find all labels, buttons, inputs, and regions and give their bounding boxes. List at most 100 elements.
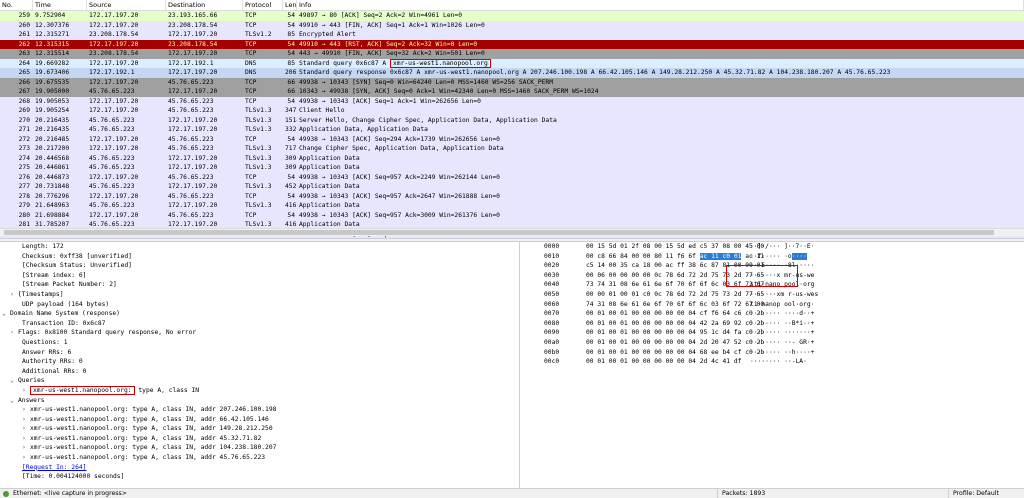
packet-row[interactable]: 264 19.669282 172.17.197.20 172.17.192.1 DNS… <box>0 58 1024 68</box>
byte-row[interactable]: 00b0 00 01 00 01 00 00 00 00 00 04 68 ee … <box>524 348 1024 358</box>
profile-label[interactable]: Profile: Default <box>948 489 999 498</box>
column-header-source[interactable]: Source <box>87 0 166 10</box>
byte-ascii: ········ ··-LA· <box>750 358 807 366</box>
cell-no: 279 <box>18 202 30 209</box>
expand-arrow-icon[interactable]: › <box>22 405 30 415</box>
request-in-link[interactable]: [Request In: 264] <box>22 464 86 471</box>
packet-count: Packets: 1893 <box>717 489 765 498</box>
byte-offset: 0070 <box>544 310 560 318</box>
expand-arrow-icon[interactable]: › <box>10 290 18 300</box>
detail-questions[interactable]: Questions: 1 <box>0 338 519 348</box>
cell-time: 20.446873 <box>35 173 70 181</box>
detail-queries[interactable]: ⌄ Queries <box>0 376 519 386</box>
cell-len: 54 <box>287 192 295 200</box>
byte-row[interactable]: 0090 00 01 00 01 00 00 00 00 00 04 95 1c … <box>524 328 1024 338</box>
expand-arrow-icon[interactable]: › <box>22 386 30 396</box>
packet-row[interactable]: 273 20.217200 172.17.197.20 45.76.65.223 TLS… <box>0 144 1024 154</box>
byte-row[interactable]: 0000 00 15 5d 01 2f 08 00 15 5d ed c5 37 … <box>524 242 1024 252</box>
packet-row[interactable]: 268 19.905053 172.17.197.20 45.76.65.223 TCP… <box>0 96 1024 106</box>
packet-row[interactable]: 279 21.648963 45.76.65.223 172.17.197.20 TLS… <box>0 201 1024 211</box>
byte-hex: 00 06 00 00 00 00 0c 78 6d 72 2d 75 73 2… <box>586 271 765 279</box>
packet-row[interactable]: 274 20.446568 45.76.65.223 172.17.197.20 TLS… <box>0 153 1024 163</box>
expand-arrow-icon[interactable]: › <box>10 328 18 338</box>
answer-item[interactable]: › xmr-us-west1.nanopool.org: type A, clas… <box>0 434 519 444</box>
cell-time: 19.669282 <box>35 59 70 67</box>
column-header-info[interactable]: Info <box>297 0 1024 10</box>
byte-row[interactable]: 0010 00 c8 66 84 00 00 80 11 f6 6f ac 11 … <box>524 252 1024 262</box>
byte-row[interactable]: 0050 00 00 01 00 01 c0 0c 78 6d 72 2d 75 … <box>524 290 1024 300</box>
column-header-length[interactable]: Length <box>283 0 297 10</box>
expand-arrow-icon[interactable]: › <box>22 453 30 463</box>
expand-arrow-icon[interactable]: › <box>22 415 30 425</box>
packet-details-pane[interactable]: Length: 172 Checksum: 0xff38 [unverified… <box>0 242 520 488</box>
packet-row[interactable]: 275 20.446861 45.76.65.223 172.17.197.20 TLS… <box>0 163 1024 173</box>
byte-offset: 0010 <box>544 252 560 260</box>
capture-indicator-icon[interactable] <box>3 491 9 497</box>
column-header-time[interactable]: Time <box>33 0 87 10</box>
detail-checksum[interactable]: Checksum: 0xff38 [unverified] <box>0 252 519 262</box>
cell-src: 45.76.65.223 <box>89 154 135 162</box>
detail-authority-rrs[interactable]: Authority RRs: 0 <box>0 357 519 367</box>
cell-no: 277 <box>18 183 30 190</box>
detail-request-in[interactable]: [Request In: 264] <box>0 463 519 473</box>
packet-row[interactable]: 278 20.776296 172.17.197.20 45.76.65.223 TCP… <box>0 191 1024 201</box>
packet-row[interactable]: 276 20.446873 172.17.197.20 45.76.65.223 TCP… <box>0 172 1024 182</box>
answer-item[interactable]: › xmr-us-west1.nanopool.org: type A, clas… <box>0 405 519 415</box>
detail-timestamps[interactable]: › [Timestamps] <box>0 290 519 300</box>
detail-dns-header[interactable]: ⌄ Domain Name System (response) <box>0 309 519 319</box>
detail-time[interactable]: [Time: 0.004124000 seconds] <box>0 472 519 482</box>
detail-stream-packet-number[interactable]: [Stream Packet Number: 2] <box>0 280 519 290</box>
packet-row[interactable]: 263 12.315514 23.208.178.54 172.17.197.20 TC… <box>0 49 1024 59</box>
scrollbar-thumb[interactable] <box>4 230 994 235</box>
column-header-no[interactable]: No. <box>0 0 33 10</box>
column-header-destination[interactable]: Destination <box>166 0 243 10</box>
packet-row[interactable]: 262 12.315315 172.17.197.20 23.208.178.54 TC… <box>0 39 1024 49</box>
packet-row[interactable]: 265 19.673406 172.17.192.1 172.17.197.20 DNS… <box>0 68 1024 78</box>
byte-row[interactable]: 00c0 00 01 00 01 00 00 00 00 00 04 2d 4c … <box>524 357 1024 367</box>
cell-src: 45.76.65.223 <box>89 88 135 95</box>
packet-row[interactable]: 270 20.216435 45.76.65.223 172.17.197.20 TLS… <box>0 115 1024 125</box>
collapse-arrow-icon[interactable]: ⌄ <box>10 376 18 386</box>
answer-item[interactable]: › xmr-us-west1.nanopool.org: type A, clas… <box>0 443 519 453</box>
detail-answer-rrs[interactable]: Answer RRs: 6 <box>0 348 519 358</box>
collapse-arrow-icon[interactable]: ⌄ <box>10 396 18 406</box>
column-header-protocol[interactable]: Protocol <box>243 0 283 10</box>
packet-list[interactable]: No. Time Source Destination Protocol Len… <box>0 0 1024 238</box>
answer-item[interactable]: › xmr-us-west1.nanopool.org: type A, clas… <box>0 424 519 434</box>
cell-dst: 172.17.197.20 <box>168 116 218 124</box>
byte-row[interactable]: 00a0 00 01 00 01 00 00 00 00 00 04 2d 20 … <box>524 338 1024 348</box>
cell-info: Encrypted Alert <box>297 30 1024 40</box>
detail-additional-rrs[interactable]: Additional RRs: 0 <box>0 367 519 377</box>
byte-row[interactable]: 0070 00 01 00 01 00 00 00 00 00 04 cf f6 … <box>524 309 1024 319</box>
packet-row[interactable]: 259 9.752904 172.17.197.20 23.193.165.66 TCP… <box>0 11 1024 21</box>
byte-offset: 0030 <box>544 271 560 279</box>
detail-checksum-status[interactable]: [Checksum Status: Unverified] <box>0 261 519 271</box>
detail-query-item[interactable]: › xmr-us-west1.nanopool.org: type A, clas… <box>0 385 519 396</box>
answer-item[interactable]: › xmr-us-west1.nanopool.org: type A, clas… <box>0 415 519 425</box>
expand-arrow-icon[interactable]: › <box>22 424 30 434</box>
detail-length[interactable]: Length: 172 <box>0 242 519 252</box>
expand-arrow-icon[interactable]: › <box>22 443 30 453</box>
detail-udp-payload[interactable]: UDP payload (164 bytes) <box>0 300 519 310</box>
detail-stream-index[interactable]: [Stream index: 6] <box>0 271 519 281</box>
byte-row[interactable]: 0060 74 31 08 6e 61 6e 6f 70 6f 6f 6c 03 … <box>524 300 1024 310</box>
packet-row[interactable]: 280 21.698884 172.17.197.20 45.76.65.223 TCP… <box>0 210 1024 220</box>
packet-row[interactable]: 260 12.307376 172.17.197.20 23.208.178.54 TC… <box>0 20 1024 30</box>
cell-no: 270 <box>18 116 30 124</box>
packet-row[interactable]: 267 19.905000 45.76.65.223 172.17.197.20 TCP… <box>0 87 1024 97</box>
packet-row[interactable]: 266 19.675535 172.17.197.20 45.76.65.223 TCP… <box>0 77 1024 87</box>
detail-answers[interactable]: ⌄ Answers <box>0 396 519 406</box>
byte-hex: 73 74 31 08 6e 61 6e 6f 70 6f 6f 6c 03 6… <box>586 281 765 289</box>
packet-row[interactable]: 261 12.315271 23.208.178.54 172.17.197.20 TL… <box>0 30 1024 40</box>
expand-arrow-icon[interactable]: › <box>22 434 30 444</box>
detail-transaction-id[interactable]: Transaction ID: 0x6c87 <box>0 319 519 329</box>
packet-row[interactable]: 272 20.216485 172.17.197.20 45.76.65.223 TCP… <box>0 134 1024 144</box>
answer-item[interactable]: › xmr-us-west1.nanopool.org: type A, clas… <box>0 453 519 463</box>
collapse-arrow-icon[interactable]: ⌄ <box>2 309 10 319</box>
detail-flags[interactable]: › Flags: 0x8100 Standard query response, … <box>0 328 519 338</box>
horizontal-scrollbar[interactable] <box>0 228 1024 236</box>
packet-row[interactable]: 271 20.216435 45.76.65.223 172.17.197.20 TLS… <box>0 125 1024 135</box>
packet-row[interactable]: 269 19.905254 172.17.197.20 45.76.65.223 TLS… <box>0 106 1024 116</box>
byte-row[interactable]: 0080 00 01 00 01 00 00 00 00 00 04 42 2a … <box>524 319 1024 329</box>
packet-row[interactable]: 277 20.731848 45.76.65.223 172.17.197.20 TLS… <box>0 182 1024 192</box>
